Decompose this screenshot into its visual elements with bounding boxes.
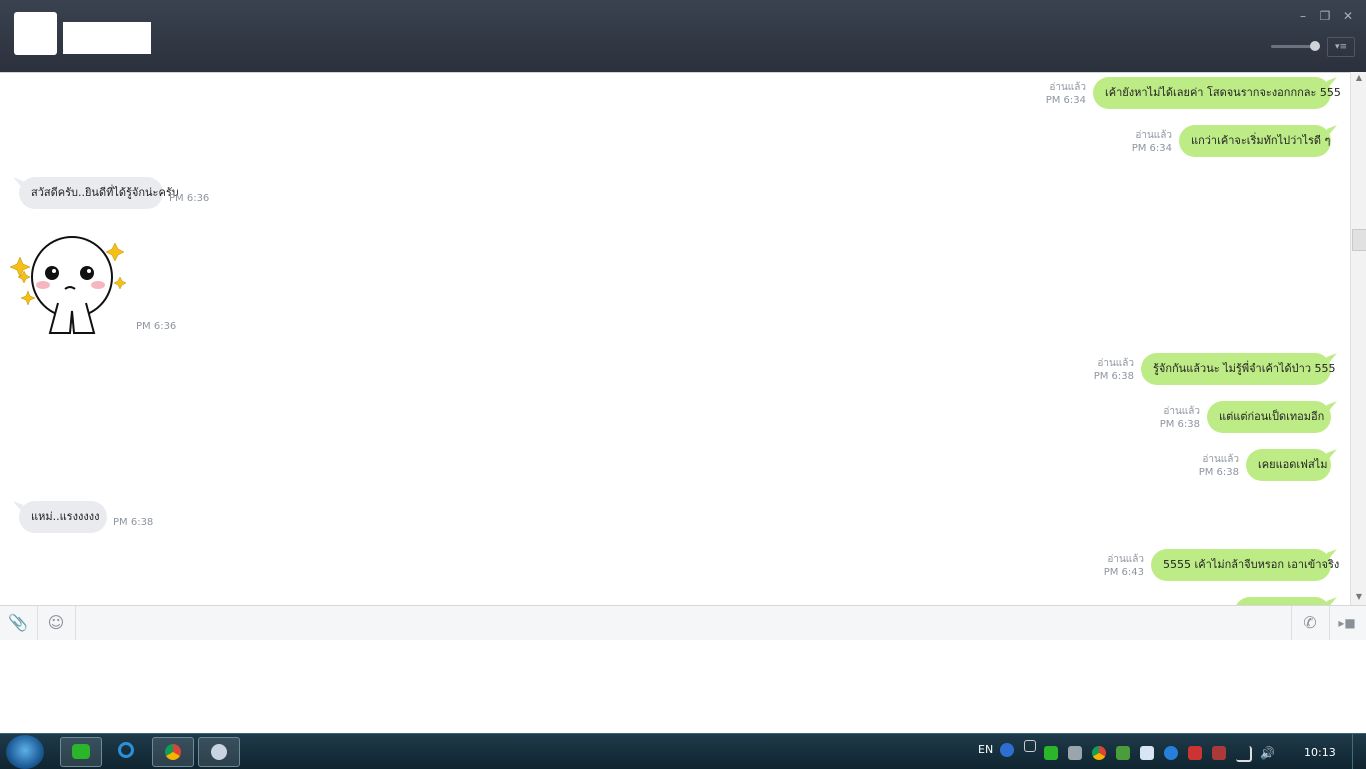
chat-messages: อ่านแล้ว PM 6:34 เค้ายังหาไม่ได้เลยค่า โ… <box>0 72 1350 606</box>
scroll-down-icon[interactable]: ▼ <box>1351 591 1366 603</box>
read-status: อ่านแล้ว <box>1202 454 1239 465</box>
read-status: อ่านแล้ว <box>1135 130 1172 141</box>
display-tray-icon[interactable] <box>1140 746 1154 760</box>
paint-icon <box>211 744 227 760</box>
message-bubble[interactable]: สวัสดีครับ..ยินดีที่ได้รู้จักน่ะครับ <box>19 177 179 209</box>
video-icon[interactable]: ▸■ <box>1337 613 1357 633</box>
menu-icon[interactable]: ▾≡ <box>1327 37 1355 57</box>
message-time: PM 6:34 <box>1045 95 1086 106</box>
message-meta: อ่านแล้ว PM 6:43 <box>1088 553 1144 579</box>
taskbar-paint[interactable] <box>198 737 240 767</box>
signal-icon[interactable] <box>1236 746 1252 762</box>
scroll-thumb[interactable] <box>1352 229 1366 251</box>
start-button[interactable] <box>6 735 44 769</box>
close-icon[interactable]: ✕ <box>1340 8 1356 24</box>
toolbar-divider <box>75 606 76 640</box>
contact-name[interactable] <box>63 22 151 54</box>
message-meta: อ่านแล้ว PM 6:34 <box>1030 81 1086 107</box>
toolbar-divider <box>1291 606 1292 640</box>
message-time: PM 6:36 <box>169 193 210 204</box>
message-meta: อ่านแล้ว PM 6:38 <box>1144 405 1200 431</box>
message-meta: อ่านแล้ว PM 6:34 <box>1116 129 1172 155</box>
scroll-up-icon[interactable]: ▲ <box>1351 72 1366 84</box>
minimize-icon[interactable]: – <box>1295 8 1311 24</box>
help-icon[interactable] <box>1000 743 1014 757</box>
ie-icon <box>118 742 134 758</box>
language-indicator[interactable]: EN <box>978 743 993 756</box>
message-time: PM 6:38 <box>113 517 154 528</box>
volume-slider-knob[interactable] <box>1310 41 1320 51</box>
read-status: อ่านแล้ว <box>1107 554 1144 565</box>
message-input[interactable] <box>0 640 1366 733</box>
taskbar: EN 🔊 10:13 <box>0 733 1366 769</box>
chrome-icon <box>165 744 181 760</box>
phone-icon[interactable]: ✆ <box>1300 613 1320 633</box>
message-bubble[interactable]: 5555 เค้าไม่กล้าจีบหรอก เอาเข้าจริง <box>1151 549 1339 581</box>
smiley-icon[interactable]: ☺ <box>46 613 66 633</box>
paperclip-icon[interactable]: 📎 <box>8 613 28 633</box>
message-bubble[interactable]: รู้จักกันแล้วนะ ไม่รู้พี่จำเค้าได้ป่าว 5… <box>1141 353 1336 385</box>
message-meta: อ่านแล้ว PM 6:38 <box>1078 357 1134 383</box>
line-app-icon <box>72 744 90 759</box>
message-bubble[interactable]: เค้ายังหาไม่ได้เลยค่า โสดจนรากจะงอกกกละ … <box>1093 77 1341 109</box>
read-status: อ่านแล้ว <box>1163 406 1200 417</box>
app-tray-icon[interactable] <box>1116 746 1130 760</box>
toolbar-divider <box>1329 606 1330 640</box>
toolbar-divider <box>37 606 38 640</box>
read-status: อ่านแล้ว <box>1097 358 1134 369</box>
message-time: PM 6:34 <box>1131 143 1172 154</box>
chat-scrollbar[interactable]: ▲ ▼ <box>1350 72 1366 605</box>
message-meta: อ่านแล้ว PM 6:38 <box>1183 453 1239 479</box>
read-status: อ่านแล้ว <box>1049 82 1086 93</box>
message-bubble[interactable]: แต่แต่ก่อนเป็ดเทอมอีก <box>1207 401 1331 433</box>
message-time: PM 6:36 <box>136 321 177 332</box>
line-tray-icon[interactable] <box>1044 746 1058 760</box>
network-tray-icon[interactable] <box>1068 746 1082 760</box>
message-time: PM 6:38 <box>1159 419 1200 430</box>
contact-avatar[interactable] <box>14 12 57 55</box>
flag-tray-icon[interactable] <box>1188 746 1202 760</box>
message-toolbar: 📎 ☺ ✆ ▸■ <box>0 605 1366 641</box>
volume-icon[interactable]: 🔊 <box>1260 746 1275 760</box>
restore-icon[interactable]: ❐ <box>1317 8 1333 24</box>
taskbar-line-app[interactable] <box>60 737 102 767</box>
message-time: PM 6:38 <box>1093 371 1134 382</box>
lightning-tray-icon[interactable] <box>1164 746 1178 760</box>
show-desktop-button[interactable] <box>1352 734 1366 769</box>
chat-header: – ❐ ✕ ▾≡ <box>0 0 1366 72</box>
message-time: PM 6:38 <box>1198 467 1239 478</box>
show-hidden-icon[interactable] <box>1024 740 1036 752</box>
chrome-tray-icon[interactable] <box>1092 746 1106 760</box>
clock[interactable]: 10:13 <box>1304 746 1336 759</box>
message-time: PM 6:43 <box>1103 567 1144 578</box>
message-bubble[interactable]: แหม่..แรงงงงง <box>19 501 107 533</box>
message-bubble[interactable]: เคยแอดเฟสไม <box>1246 449 1331 481</box>
message-bubble[interactable]: แกว่าเค้าจะเริ่มทักไปว่าไรดี ๆ <box>1179 125 1331 157</box>
taskbar-chrome[interactable] <box>152 737 194 767</box>
usb-tray-icon[interactable] <box>1212 746 1226 760</box>
sticker-moon-shy[interactable] <box>10 233 130 338</box>
taskbar-ie[interactable] <box>106 737 146 765</box>
